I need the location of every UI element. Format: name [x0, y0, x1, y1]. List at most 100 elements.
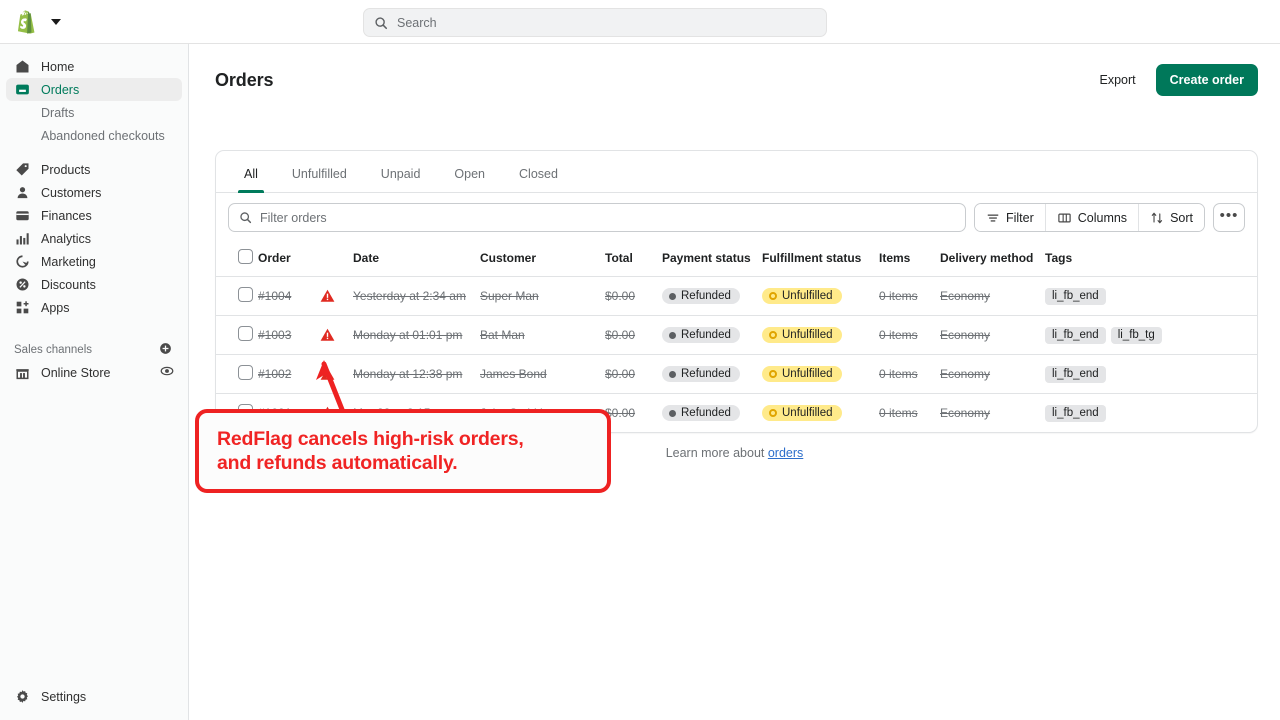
- sidebar-item-settings[interactable]: Settings: [6, 685, 183, 708]
- column-header-customer[interactable]: Customer: [480, 242, 605, 277]
- column-header-date[interactable]: Date: [353, 242, 480, 277]
- row-select-cell: [216, 277, 258, 316]
- filter-button-label: Filter: [1006, 211, 1034, 225]
- row-checkbox[interactable]: [238, 287, 253, 302]
- column-header-fulfillment-status[interactable]: Fulfillment status: [762, 242, 879, 277]
- row-select-cell: [216, 355, 258, 394]
- cell-payment-status: Refunded: [662, 394, 762, 433]
- column-header-items[interactable]: Items: [879, 242, 940, 277]
- sidebar-item-customers[interactable]: Customers: [6, 181, 182, 204]
- chevron-down-icon[interactable]: [51, 19, 61, 25]
- sidebar-item-apps[interactable]: Apps: [6, 296, 182, 319]
- storefront-icon: [14, 365, 30, 381]
- order-delivery-method: Economy: [940, 289, 990, 303]
- more-actions-button[interactable]: •••: [1213, 203, 1245, 232]
- sales-channels-heading: Sales channels: [6, 339, 182, 361]
- global-search-input[interactable]: Search: [363, 8, 827, 37]
- order-date: Monday at 01:01 pm: [353, 328, 462, 342]
- sidebar-item-abandoned-checkouts[interactable]: Abandoned checkouts: [6, 124, 182, 147]
- table-row[interactable]: #1002 Monday at 12:38 pm James Bond $0.0…: [216, 355, 1257, 394]
- status-ring-icon: [769, 370, 777, 378]
- export-button[interactable]: Export: [1096, 67, 1140, 93]
- filter-orders-input[interactable]: Filter orders: [228, 203, 966, 232]
- cell-order: #1003: [258, 316, 320, 355]
- sidebar-item-drafts[interactable]: Drafts: [6, 101, 182, 124]
- order-tag[interactable]: li_fb_end: [1045, 327, 1106, 344]
- orders-inbox-icon: [14, 82, 30, 98]
- status-dot-icon: [669, 371, 676, 378]
- column-header-delivery-method[interactable]: Delivery method: [940, 242, 1045, 277]
- sidebar-item-online-store[interactable]: Online Store: [6, 361, 182, 384]
- filter-button[interactable]: Filter: [975, 204, 1046, 231]
- sidebar-item-home[interactable]: Home: [6, 55, 182, 78]
- payment-status-label: Refunded: [681, 290, 731, 302]
- sidebar-item-marketing[interactable]: Marketing: [6, 250, 182, 273]
- columns-button[interactable]: Columns: [1046, 204, 1139, 231]
- sidebar-item-orders[interactable]: Orders: [6, 78, 182, 101]
- cell-risk: [320, 316, 353, 355]
- sort-arrows-icon: [1150, 211, 1164, 225]
- table-row[interactable]: #1004 Yesterday at 2:34 am Super Man $0.…: [216, 277, 1257, 316]
- risk-warning-triangle-icon[interactable]: [320, 367, 335, 381]
- order-total: $0.00: [605, 289, 635, 303]
- payment-status-label: Refunded: [681, 407, 731, 419]
- select-all-checkbox[interactable]: [238, 249, 253, 264]
- tab-unpaid[interactable]: Unpaid: [367, 167, 435, 192]
- eye-icon[interactable]: [160, 364, 174, 381]
- cell-tags: li_fb_end: [1045, 277, 1257, 316]
- fulfillment-status-badge: Unfulfilled: [762, 288, 842, 304]
- fulfillment-status-badge: Unfulfilled: [762, 405, 842, 421]
- column-header-order[interactable]: Order: [258, 242, 320, 277]
- risk-warning-triangle-icon[interactable]: [320, 328, 335, 342]
- orders-toolbar: Filter orders Filter: [216, 193, 1257, 242]
- sidebar-label-home: Home: [41, 60, 74, 74]
- risk-warning-triangle-icon[interactable]: [320, 289, 335, 303]
- order-number-link[interactable]: #1002: [258, 367, 291, 381]
- payment-status-badge: Refunded: [662, 327, 740, 343]
- sort-button-label: Sort: [1170, 211, 1193, 225]
- table-row[interactable]: #1003 Monday at 01:01 pm Bat Man $0.00: [216, 316, 1257, 355]
- column-header-total[interactable]: Total: [605, 242, 662, 277]
- sidebar-item-discounts[interactable]: Discounts: [6, 273, 182, 296]
- sidebar-label-analytics: Analytics: [41, 232, 91, 246]
- order-tag[interactable]: li_fb_end: [1045, 405, 1106, 422]
- tab-unfulfilled[interactable]: Unfulfilled: [278, 167, 361, 192]
- order-number-link[interactable]: #1003: [258, 328, 291, 342]
- row-checkbox[interactable]: [238, 365, 253, 380]
- order-date: Yesterday at 2:34 am: [353, 289, 466, 303]
- orders-help-link[interactable]: orders: [768, 446, 803, 460]
- sidebar-label-settings: Settings: [41, 690, 86, 704]
- order-tag[interactable]: li_fb_end: [1045, 288, 1106, 305]
- tab-open[interactable]: Open: [440, 167, 499, 192]
- cell-tags: li_fb_end: [1045, 355, 1257, 394]
- order-total: $0.00: [605, 367, 635, 381]
- sales-channels-label: Sales channels: [14, 344, 92, 356]
- cell-tags: li_fb_end: [1045, 394, 1257, 433]
- sidebar-label-customers: Customers: [41, 186, 101, 200]
- annotation-line-2: and refunds automatically.: [217, 451, 524, 475]
- cell-total: $0.00: [605, 394, 662, 433]
- column-header-tags[interactable]: Tags: [1045, 242, 1257, 277]
- column-header-payment-status[interactable]: Payment status: [662, 242, 762, 277]
- shopify-bag-logo[interactable]: [13, 9, 37, 35]
- sidebar-item-finances[interactable]: Finances: [6, 204, 182, 227]
- tab-all[interactable]: All: [230, 167, 272, 192]
- sort-button[interactable]: Sort: [1139, 204, 1204, 231]
- tab-closed[interactable]: Closed: [505, 167, 572, 192]
- sidebar-label-apps: Apps: [41, 301, 70, 315]
- order-tag[interactable]: li_fb_tg: [1111, 327, 1162, 344]
- sidebar-label-abandoned-checkouts: Abandoned checkouts: [41, 129, 165, 143]
- main-content: Orders Export Create order All Unfulfill…: [189, 44, 1280, 720]
- create-order-button[interactable]: Create order: [1156, 64, 1258, 96]
- sidebar-item-products[interactable]: Products: [6, 158, 182, 181]
- plus-circle-icon[interactable]: [159, 342, 172, 358]
- order-number-link[interactable]: #1004: [258, 289, 291, 303]
- toolbar-button-group: Filter Columns: [974, 203, 1205, 232]
- columns-icon: [1057, 211, 1072, 225]
- payment-status-label: Refunded: [681, 368, 731, 380]
- annotation-text: RedFlag cancels high-risk orders, and re…: [217, 427, 524, 476]
- order-tag[interactable]: li_fb_end: [1045, 366, 1106, 383]
- row-checkbox[interactable]: [238, 326, 253, 341]
- sidebar-item-analytics[interactable]: Analytics: [6, 227, 182, 250]
- ellipsis-icon: •••: [1220, 207, 1239, 224]
